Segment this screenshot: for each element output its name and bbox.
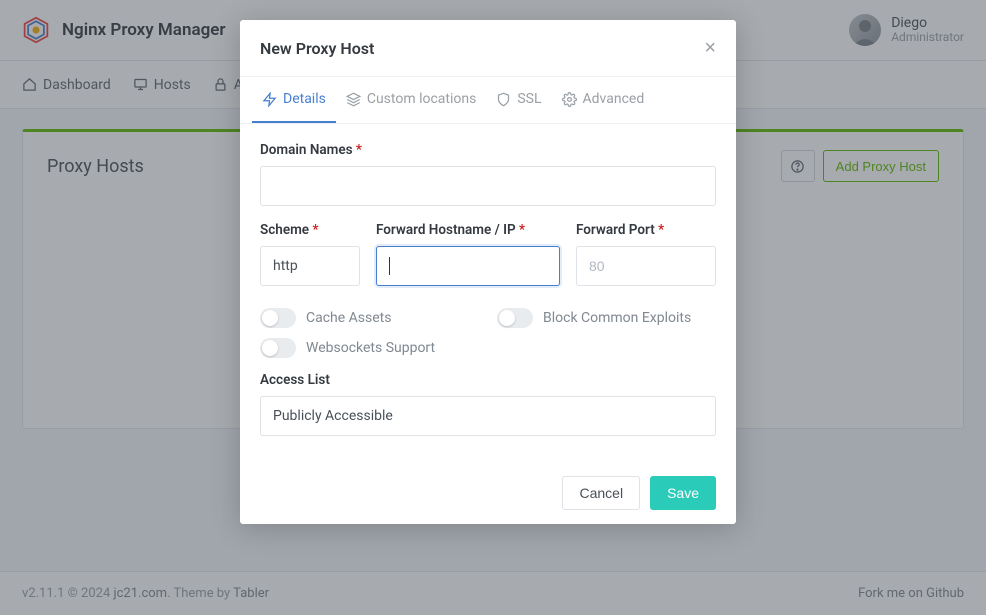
modal-header: New Proxy Host × (240, 20, 736, 77)
access-list-value: Publicly Accessible (273, 408, 393, 424)
hostname-group: Forward Hostname / IP * (376, 222, 560, 286)
tab-custom-label: Custom locations (367, 91, 477, 107)
domain-names-label: Domain Names * (260, 142, 716, 158)
port-label: Forward Port * (576, 222, 716, 238)
block-exploits-toggle[interactable] (497, 308, 533, 328)
port-input[interactable] (576, 246, 716, 286)
scheme-group: Scheme * http (260, 222, 360, 286)
access-list-select[interactable]: Publicly Accessible (260, 396, 716, 436)
tab-ssl[interactable]: SSL (486, 77, 551, 123)
hostname-label-text: Forward Hostname / IP (376, 222, 516, 238)
access-list-group: Access List Publicly Accessible (260, 372, 716, 436)
tab-advanced-label: Advanced (583, 91, 645, 107)
cache-assets-toggle[interactable] (260, 308, 296, 328)
scheme-label: Scheme * (260, 222, 360, 238)
scheme-select[interactable]: http (260, 246, 360, 286)
layers-icon (346, 92, 361, 107)
modal-title: New Proxy Host (260, 39, 374, 58)
close-button[interactable]: × (704, 38, 716, 58)
port-label-text: Forward Port (576, 222, 655, 238)
hostname-label: Forward Hostname / IP * (376, 222, 560, 238)
cancel-button[interactable]: Cancel (562, 476, 640, 510)
gear-icon (562, 92, 577, 107)
shield-icon (496, 92, 511, 107)
domain-names-group: Domain Names * (260, 142, 716, 206)
scheme-value: http (273, 258, 298, 274)
block-exploits-cell: Block Common Exploits (497, 308, 716, 328)
switch-row-1: Cache Assets Block Common Exploits (260, 308, 716, 328)
websockets-label: Websockets Support (306, 340, 435, 356)
modal-body: Domain Names * Scheme * http Forward Hos… (240, 124, 736, 462)
modal-footer: Cancel Save (240, 462, 736, 524)
text-cursor (389, 257, 390, 275)
tab-custom-locations[interactable]: Custom locations (336, 77, 487, 123)
websockets-cell: Websockets Support (260, 338, 716, 358)
websockets-toggle[interactable] (260, 338, 296, 358)
access-list-label: Access List (260, 372, 716, 388)
domain-names-label-text: Domain Names (260, 142, 353, 158)
block-exploits-label: Block Common Exploits (543, 310, 691, 326)
forward-row: Scheme * http Forward Hostname / IP * Fo… (260, 222, 716, 302)
tab-details-label: Details (283, 91, 326, 107)
switch-row-2: Websockets Support (260, 338, 716, 358)
hostname-input[interactable] (376, 246, 560, 286)
cache-assets-cell: Cache Assets (260, 308, 479, 328)
new-proxy-host-modal: New Proxy Host × Details Custom location… (240, 20, 736, 524)
save-button[interactable]: Save (650, 476, 716, 510)
domain-names-input[interactable] (260, 166, 716, 206)
tab-details[interactable]: Details (252, 77, 336, 123)
zap-icon (262, 92, 277, 107)
tab-advanced[interactable]: Advanced (552, 77, 655, 123)
close-icon: × (704, 37, 716, 59)
modal-tabs: Details Custom locations SSL Advanced (240, 77, 736, 124)
port-group: Forward Port * (576, 222, 716, 286)
tab-ssl-label: SSL (517, 91, 541, 107)
scheme-label-text: Scheme (260, 222, 309, 238)
cache-assets-label: Cache Assets (306, 310, 391, 326)
